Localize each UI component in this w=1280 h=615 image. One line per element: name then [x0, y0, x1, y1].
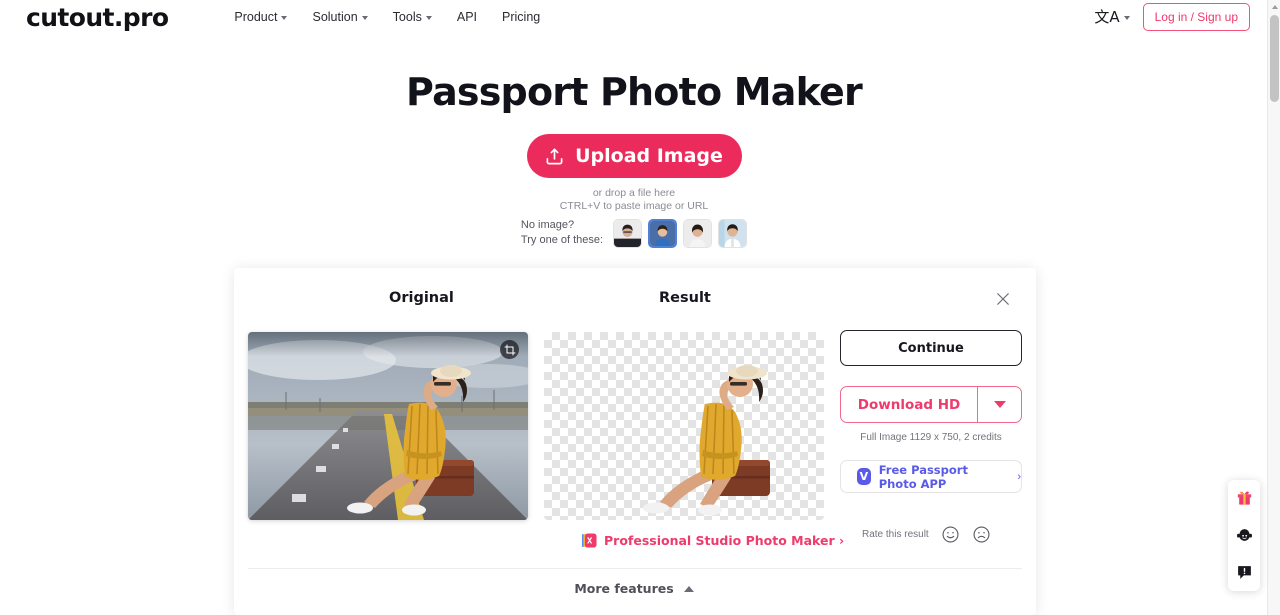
support-agent-icon: [1236, 529, 1252, 541]
portrait-thumbnail-image: [719, 219, 747, 247]
floating-widget: [1228, 480, 1260, 591]
upload-hint: or drop a file here CTRL+V to paste imag…: [0, 187, 1268, 214]
more-features-label: More features: [574, 581, 674, 596]
sample-images-section: No image? Try one of these:: [0, 218, 1268, 248]
nav-label: Product: [234, 10, 278, 24]
sample-images-label: No image? Try one of these:: [521, 218, 603, 248]
feedback-icon: [1237, 566, 1251, 579]
studio-photo-icon: [582, 533, 597, 548]
original-image[interactable]: [248, 332, 528, 520]
download-hd-button[interactable]: Download HD: [841, 387, 977, 422]
professional-studio-photo-maker-link[interactable]: Professional Studio Photo Maker ›: [582, 533, 844, 548]
nav-label: Pricing: [502, 10, 541, 24]
nav-label: Solution: [312, 10, 358, 24]
portrait-thumbnail-image: [650, 220, 676, 246]
sample-label-line1: No image?: [520, 219, 575, 231]
app-button-label: Free Passport Photo APP: [878, 462, 968, 491]
download-hd-group: Download HD: [840, 386, 1022, 423]
upload-button-label: Upload Image: [575, 145, 723, 167]
portrait-thumbnail-image: [614, 219, 642, 247]
chevron-right-icon: ›: [1017, 470, 1021, 483]
credits-info: Full Image 1129 x 750, 2 credits: [860, 432, 1002, 443]
chevron-down-icon: [1123, 16, 1130, 20]
sample-thumbnail-2[interactable]: [648, 218, 678, 248]
app-logo-icon: V: [857, 468, 871, 485]
upload-hint-line2: CTRL+V to paste image or URL: [559, 200, 709, 213]
nav-item-tools[interactable]: Tools: [393, 10, 432, 24]
nav-item-pricing[interactable]: Pricing: [502, 10, 540, 24]
sample-thumbnail-1[interactable]: [613, 218, 643, 248]
language-switcher[interactable]: 文A: [1094, 7, 1130, 26]
sample-label-line2: Try one of these:: [520, 234, 604, 247]
crop-icon[interactable]: [500, 340, 519, 359]
nav-label: API: [456, 10, 478, 24]
result-column-title: Result: [659, 290, 711, 306]
sample-thumbnail-3[interactable]: [683, 218, 713, 248]
transparency-checkerboard: [544, 332, 824, 520]
chevron-down-icon: [361, 16, 368, 20]
download-options-dropdown[interactable]: [977, 387, 1021, 422]
header-right-group: 文A Log in / Sign up: [1094, 3, 1250, 31]
scrollbar-thumb[interactable]: [1270, 15, 1279, 102]
original-photo: [248, 332, 528, 520]
card-header: Original Result: [234, 268, 1036, 306]
nav-label: Tools: [392, 10, 422, 24]
card-divider: [248, 568, 1022, 569]
result-image[interactable]: [544, 332, 824, 520]
rating-group: Rate this result: [862, 525, 991, 544]
chevron-down-icon: [425, 16, 432, 20]
scroll-up-arrow-icon[interactable]: [1268, 0, 1280, 13]
original-column-title: Original: [389, 290, 454, 306]
customer-service-button[interactable]: [1235, 526, 1254, 545]
login-signup-button[interactable]: Log in / Sign up: [1142, 3, 1250, 31]
chevron-up-icon: [683, 585, 694, 592]
comparison-panes: [248, 332, 824, 520]
logo[interactable]: cutout.pro: [26, 3, 169, 32]
close-icon[interactable]: [994, 290, 1012, 308]
upload-hint-line1: or drop a file here: [592, 187, 676, 199]
page-scrollbar[interactable]: [1267, 0, 1280, 615]
nav-item-api[interactable]: API: [457, 10, 477, 24]
chevron-down-icon: [993, 401, 1006, 408]
hero-section: Passport Photo Maker Upload Image or dro…: [0, 70, 1268, 214]
rate-label: Rate this result: [862, 529, 929, 540]
feedback-button[interactable]: [1235, 563, 1254, 582]
promo-label: Professional Studio Photo Maker ›: [604, 533, 845, 548]
gift-icon: [1237, 491, 1251, 505]
portrait-thumbnail-image: [684, 219, 712, 247]
page-title: Passport Photo Maker: [406, 70, 863, 114]
gift-button[interactable]: [1235, 489, 1254, 508]
sample-thumbnail-4[interactable]: [718, 218, 748, 248]
site-header: cutout.pro Product Solution Tools API Pr…: [0, 0, 1268, 34]
upload-icon: [546, 148, 563, 164]
cutout-photo: [643, 365, 770, 516]
more-features-toggle[interactable]: More features: [0, 581, 1268, 596]
free-passport-photo-app-button[interactable]: V Free Passport Photo APP ›: [840, 460, 1022, 493]
chevron-down-icon: [281, 16, 288, 20]
upload-image-button[interactable]: Upload Image: [526, 134, 742, 178]
continue-button[interactable]: Continue: [840, 330, 1022, 366]
smiley-sad-icon[interactable]: [972, 525, 991, 544]
translate-icon: 文A: [1094, 7, 1120, 26]
nav-item-solution[interactable]: Solution: [312, 10, 368, 24]
action-panel: Continue Download HD Full Image 1129 x 7…: [840, 330, 1022, 493]
smiley-happy-icon[interactable]: [941, 525, 960, 544]
nav-item-product[interactable]: Product: [234, 10, 288, 24]
main-navigation: Product Solution Tools API Pricing: [234, 10, 540, 24]
sample-thumbnail-list: [613, 218, 748, 248]
